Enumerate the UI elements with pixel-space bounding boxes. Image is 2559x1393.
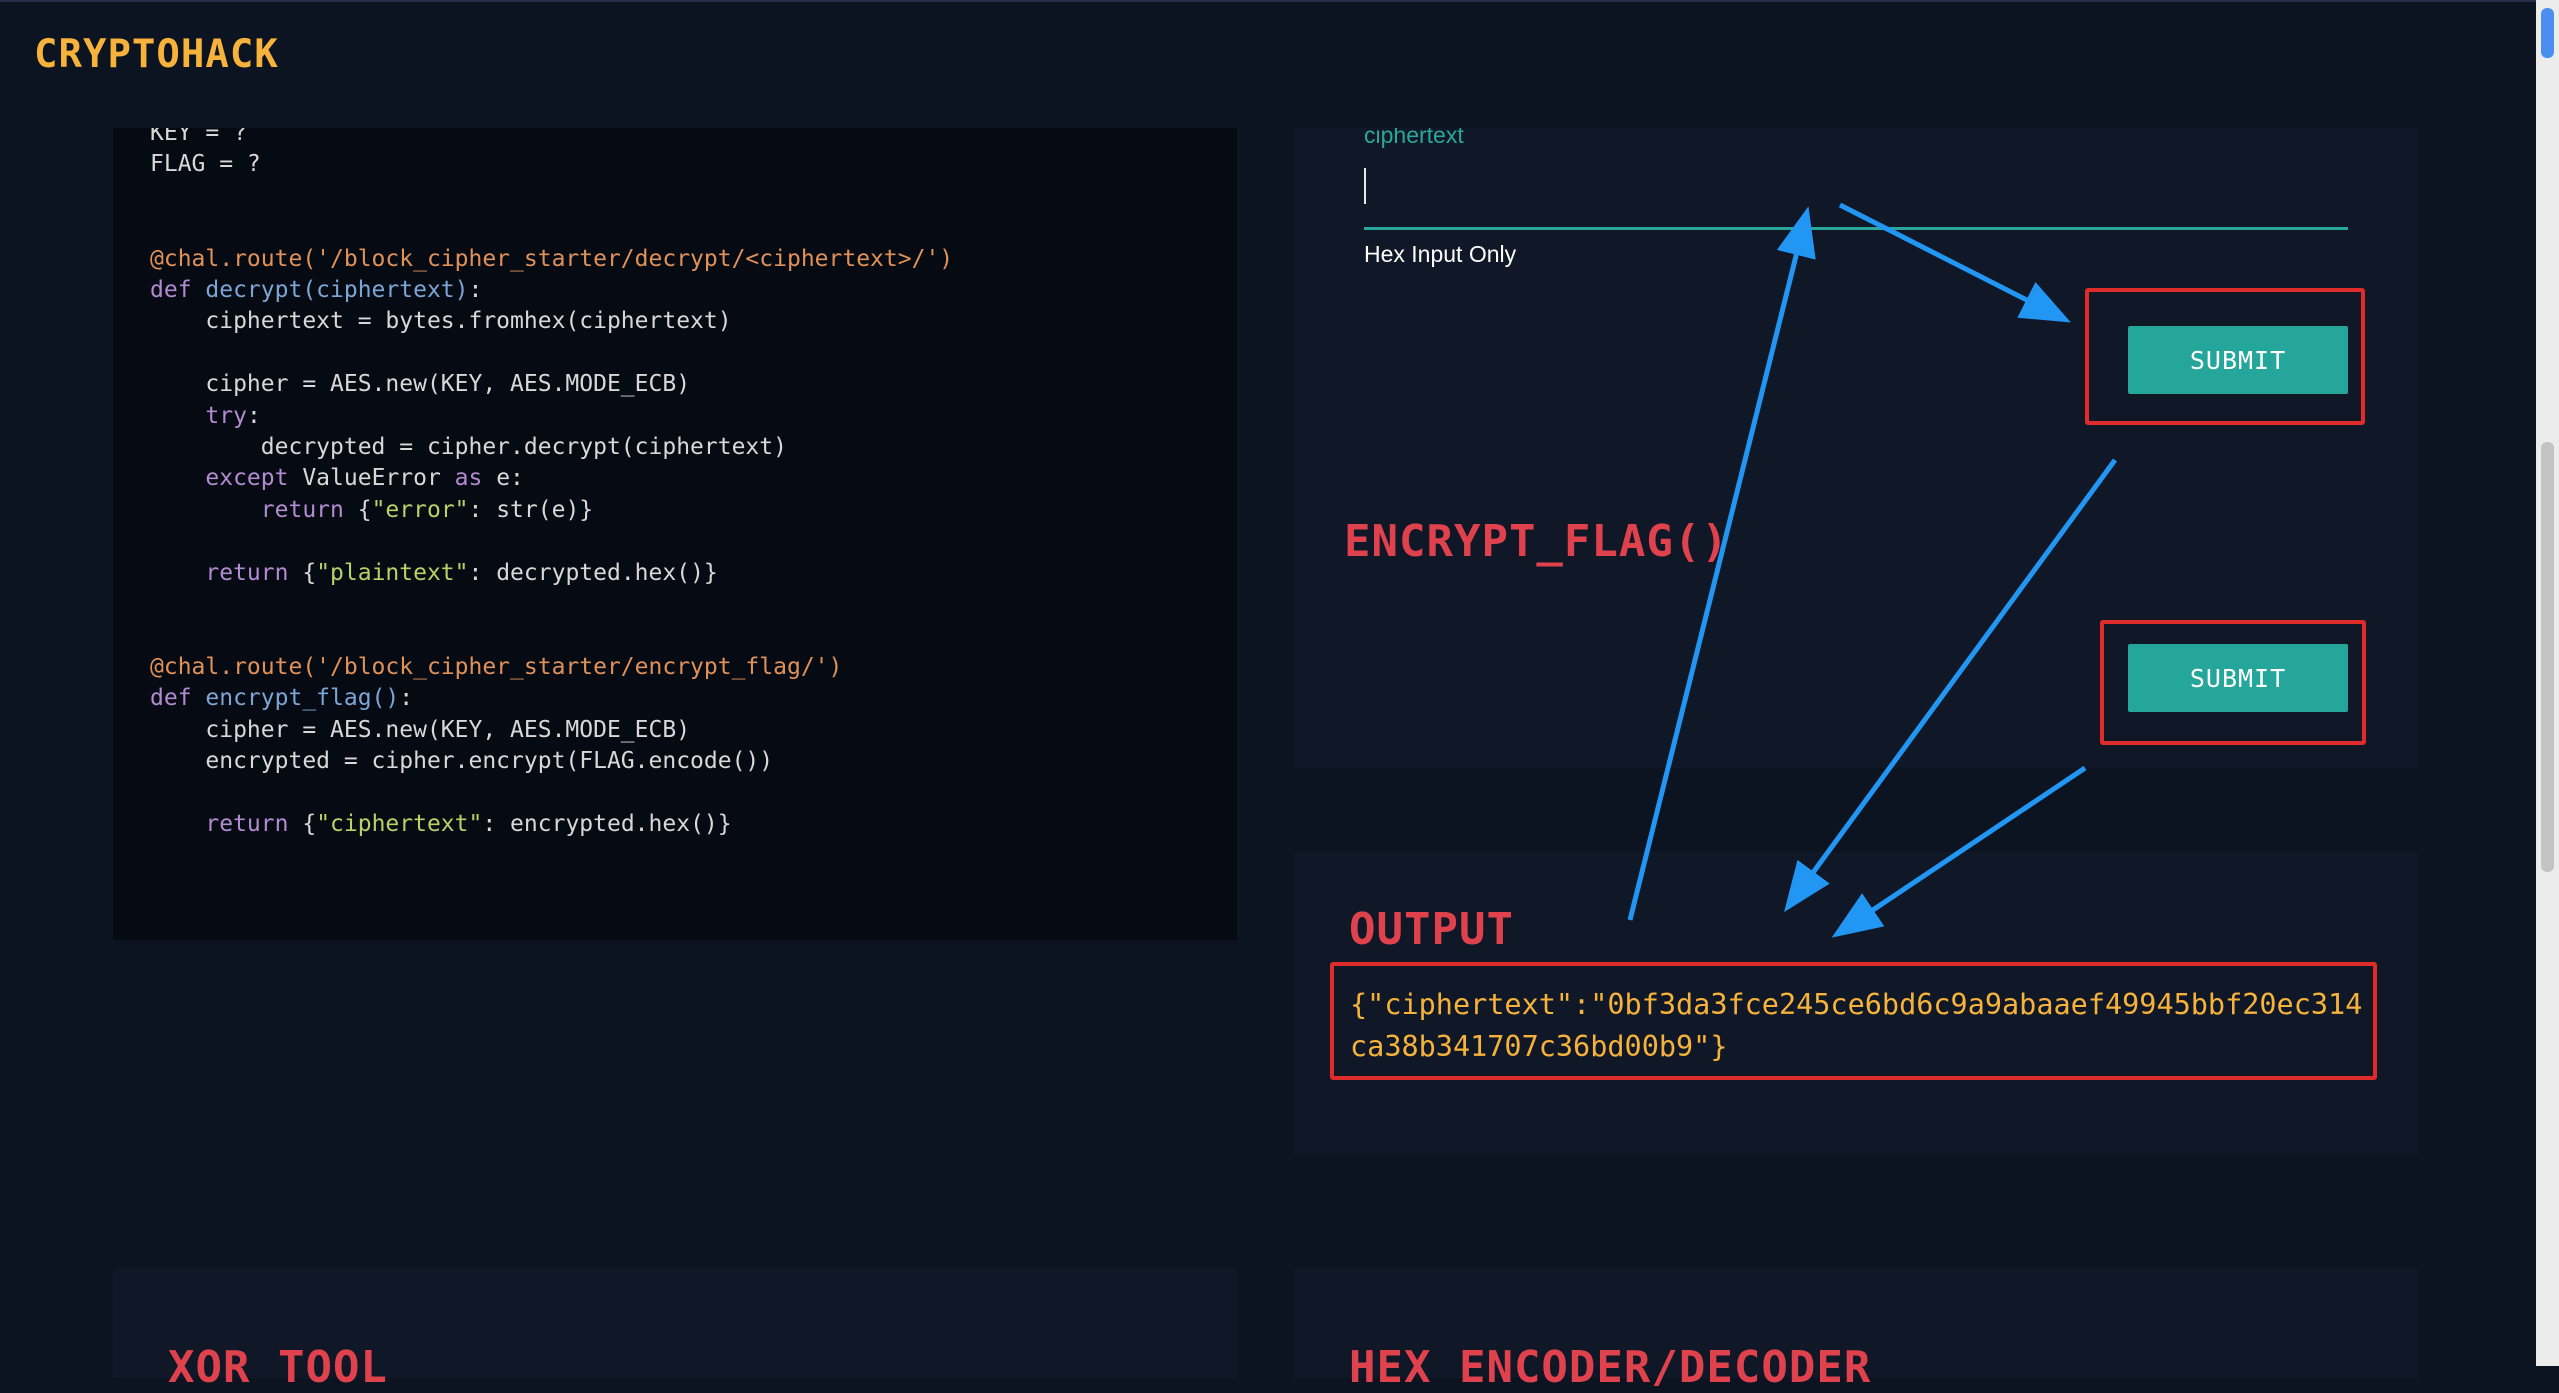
annotation-arrows	[1627, 202, 2118, 938]
arrow-output-to-input	[1627, 206, 1816, 921]
scrollbar-top-indicator[interactable]	[2541, 8, 2554, 58]
scrollbar-thumb[interactable]	[2541, 442, 2554, 872]
page-scrollbar[interactable]	[2536, 0, 2559, 1366]
arrow-encrypt-submit-to-output	[1831, 765, 2087, 938]
navbar: CRYPTOHACK	[0, 0, 2536, 128]
arrow-input-to-decrypt-submit	[1838, 202, 2071, 323]
brand-logo[interactable]: CRYPTOHACK	[34, 32, 279, 77]
arrow-decrypt-submit-to-output	[1784, 458, 2118, 913]
